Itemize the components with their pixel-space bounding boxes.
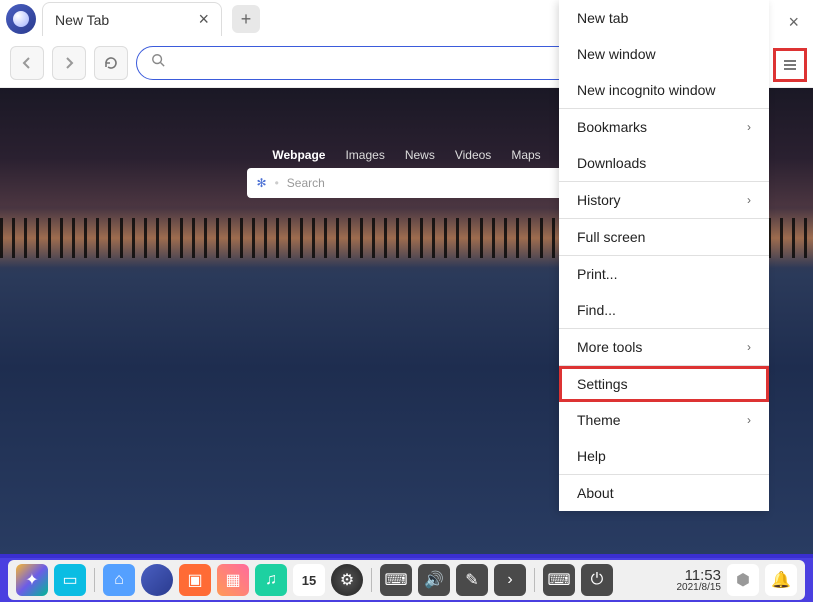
files-icon[interactable]: ⌂: [103, 564, 135, 596]
menu-item-print-[interactable]: Print...: [559, 256, 769, 292]
page-search-box[interactable]: ✻ • Search: [247, 168, 567, 198]
screen-keyboard-icon[interactable]: ⌨: [543, 564, 575, 596]
gallery-icon[interactable]: ▦: [217, 564, 249, 596]
store-icon[interactable]: ▣: [179, 564, 211, 596]
edit-icon[interactable]: ✎: [456, 564, 488, 596]
chevron-right-icon: [61, 55, 77, 71]
menu-item-find-[interactable]: Find...: [559, 292, 769, 328]
browser-app-icon: [6, 4, 36, 34]
nav-maps[interactable]: Maps: [511, 148, 540, 162]
calendar-icon[interactable]: 15: [293, 564, 325, 596]
menu-item-downloads[interactable]: Downloads: [559, 145, 769, 181]
clock-date: 2021/8/15: [677, 583, 722, 593]
search-icon: [151, 53, 165, 72]
menu-item-label: Full screen: [577, 229, 645, 245]
settings-icon[interactable]: ⚙: [331, 564, 363, 596]
chevron-right-icon: ›: [747, 193, 751, 207]
menu-item-label: Settings: [577, 376, 628, 392]
nav-images[interactable]: Images: [345, 148, 384, 162]
nav-webpage[interactable]: Webpage: [272, 148, 325, 162]
menu-item-help[interactable]: Help: [559, 438, 769, 474]
taskbar: ✦ ▭ ⌂ ▣ ▦ ♫ 15 ⚙ ⌨ 🔊 ✎ › ⌨ ⏻ 11:53 2021/…: [0, 554, 813, 602]
hamburger-menu-button[interactable]: [773, 48, 807, 82]
chevron-right-icon: ›: [747, 413, 751, 427]
back-button[interactable]: [10, 46, 44, 80]
menu-item-history[interactable]: History ›: [559, 182, 769, 218]
browser-window: New Tab × + × Webpage Images: [0, 0, 813, 554]
menu-item-new-tab[interactable]: New tab: [559, 0, 769, 36]
menu-item-label: Bookmarks: [577, 119, 647, 135]
search-placeholder: Search: [287, 176, 325, 190]
menu-item-label: More tools: [577, 339, 642, 355]
menu-item-label: Help: [577, 448, 606, 464]
menu-item-full-screen[interactable]: Full screen: [559, 219, 769, 255]
menu-item-label: New incognito window: [577, 82, 716, 98]
menu-item-new-incognito-window[interactable]: New incognito window: [559, 72, 769, 108]
nav-videos[interactable]: Videos: [455, 148, 491, 162]
nav-news[interactable]: News: [405, 148, 435, 162]
paw-icon: ✻: [257, 176, 267, 190]
app-icon-1[interactable]: ▭: [54, 564, 86, 596]
close-tab-icon[interactable]: ×: [198, 9, 209, 30]
tab-title: New Tab: [55, 12, 109, 28]
menu-item-new-window[interactable]: New window: [559, 36, 769, 72]
chevron-right-icon: ›: [747, 340, 751, 354]
new-tab-button[interactable]: +: [232, 5, 260, 33]
power-icon[interactable]: ⏻: [581, 564, 613, 596]
search-category-nav: Webpage Images News Videos Maps: [272, 148, 540, 162]
chevron-right-icon: ›: [747, 120, 751, 134]
menu-item-label: Print...: [577, 266, 617, 282]
menu-item-label: Find...: [577, 302, 616, 318]
menu-item-label: New window: [577, 46, 656, 62]
music-icon[interactable]: ♫: [255, 564, 287, 596]
clock-time: 11:53: [677, 568, 722, 583]
volume-icon[interactable]: 🔊: [418, 564, 450, 596]
menu-item-theme[interactable]: Theme ›: [559, 402, 769, 438]
notifications-icon[interactable]: 🔔: [765, 564, 797, 596]
browser-taskbar-icon[interactable]: [141, 564, 173, 596]
menu-item-label: About: [577, 485, 614, 501]
reload-button[interactable]: [94, 46, 128, 80]
main-menu-dropdown: New tab New window New incognito window Boo…: [559, 0, 769, 511]
chevron-left-icon: [19, 55, 35, 71]
menu-item-more-tools[interactable]: More tools ›: [559, 329, 769, 365]
menu-item-label: History: [577, 192, 621, 208]
menu-item-label: Downloads: [577, 155, 646, 171]
menu-item-label: New tab: [577, 10, 628, 26]
launcher-icon[interactable]: ✦: [16, 564, 48, 596]
browser-tab[interactable]: New Tab ×: [42, 2, 222, 36]
clock[interactable]: 11:53 2021/8/15: [677, 568, 722, 593]
hamburger-icon: [781, 56, 799, 74]
menu-item-about[interactable]: About: [559, 475, 769, 511]
menu-item-bookmarks[interactable]: Bookmarks ›: [559, 109, 769, 145]
forward-button[interactable]: [52, 46, 86, 80]
tray-icon[interactable]: ⬢: [727, 564, 759, 596]
reload-icon: [103, 55, 119, 71]
menu-item-settings[interactable]: Settings: [559, 366, 769, 402]
keyboard-icon[interactable]: ⌨: [380, 564, 412, 596]
menu-item-label: Theme: [577, 412, 621, 428]
close-window-icon[interactable]: ×: [788, 12, 799, 33]
expand-icon[interactable]: ›: [494, 564, 526, 596]
